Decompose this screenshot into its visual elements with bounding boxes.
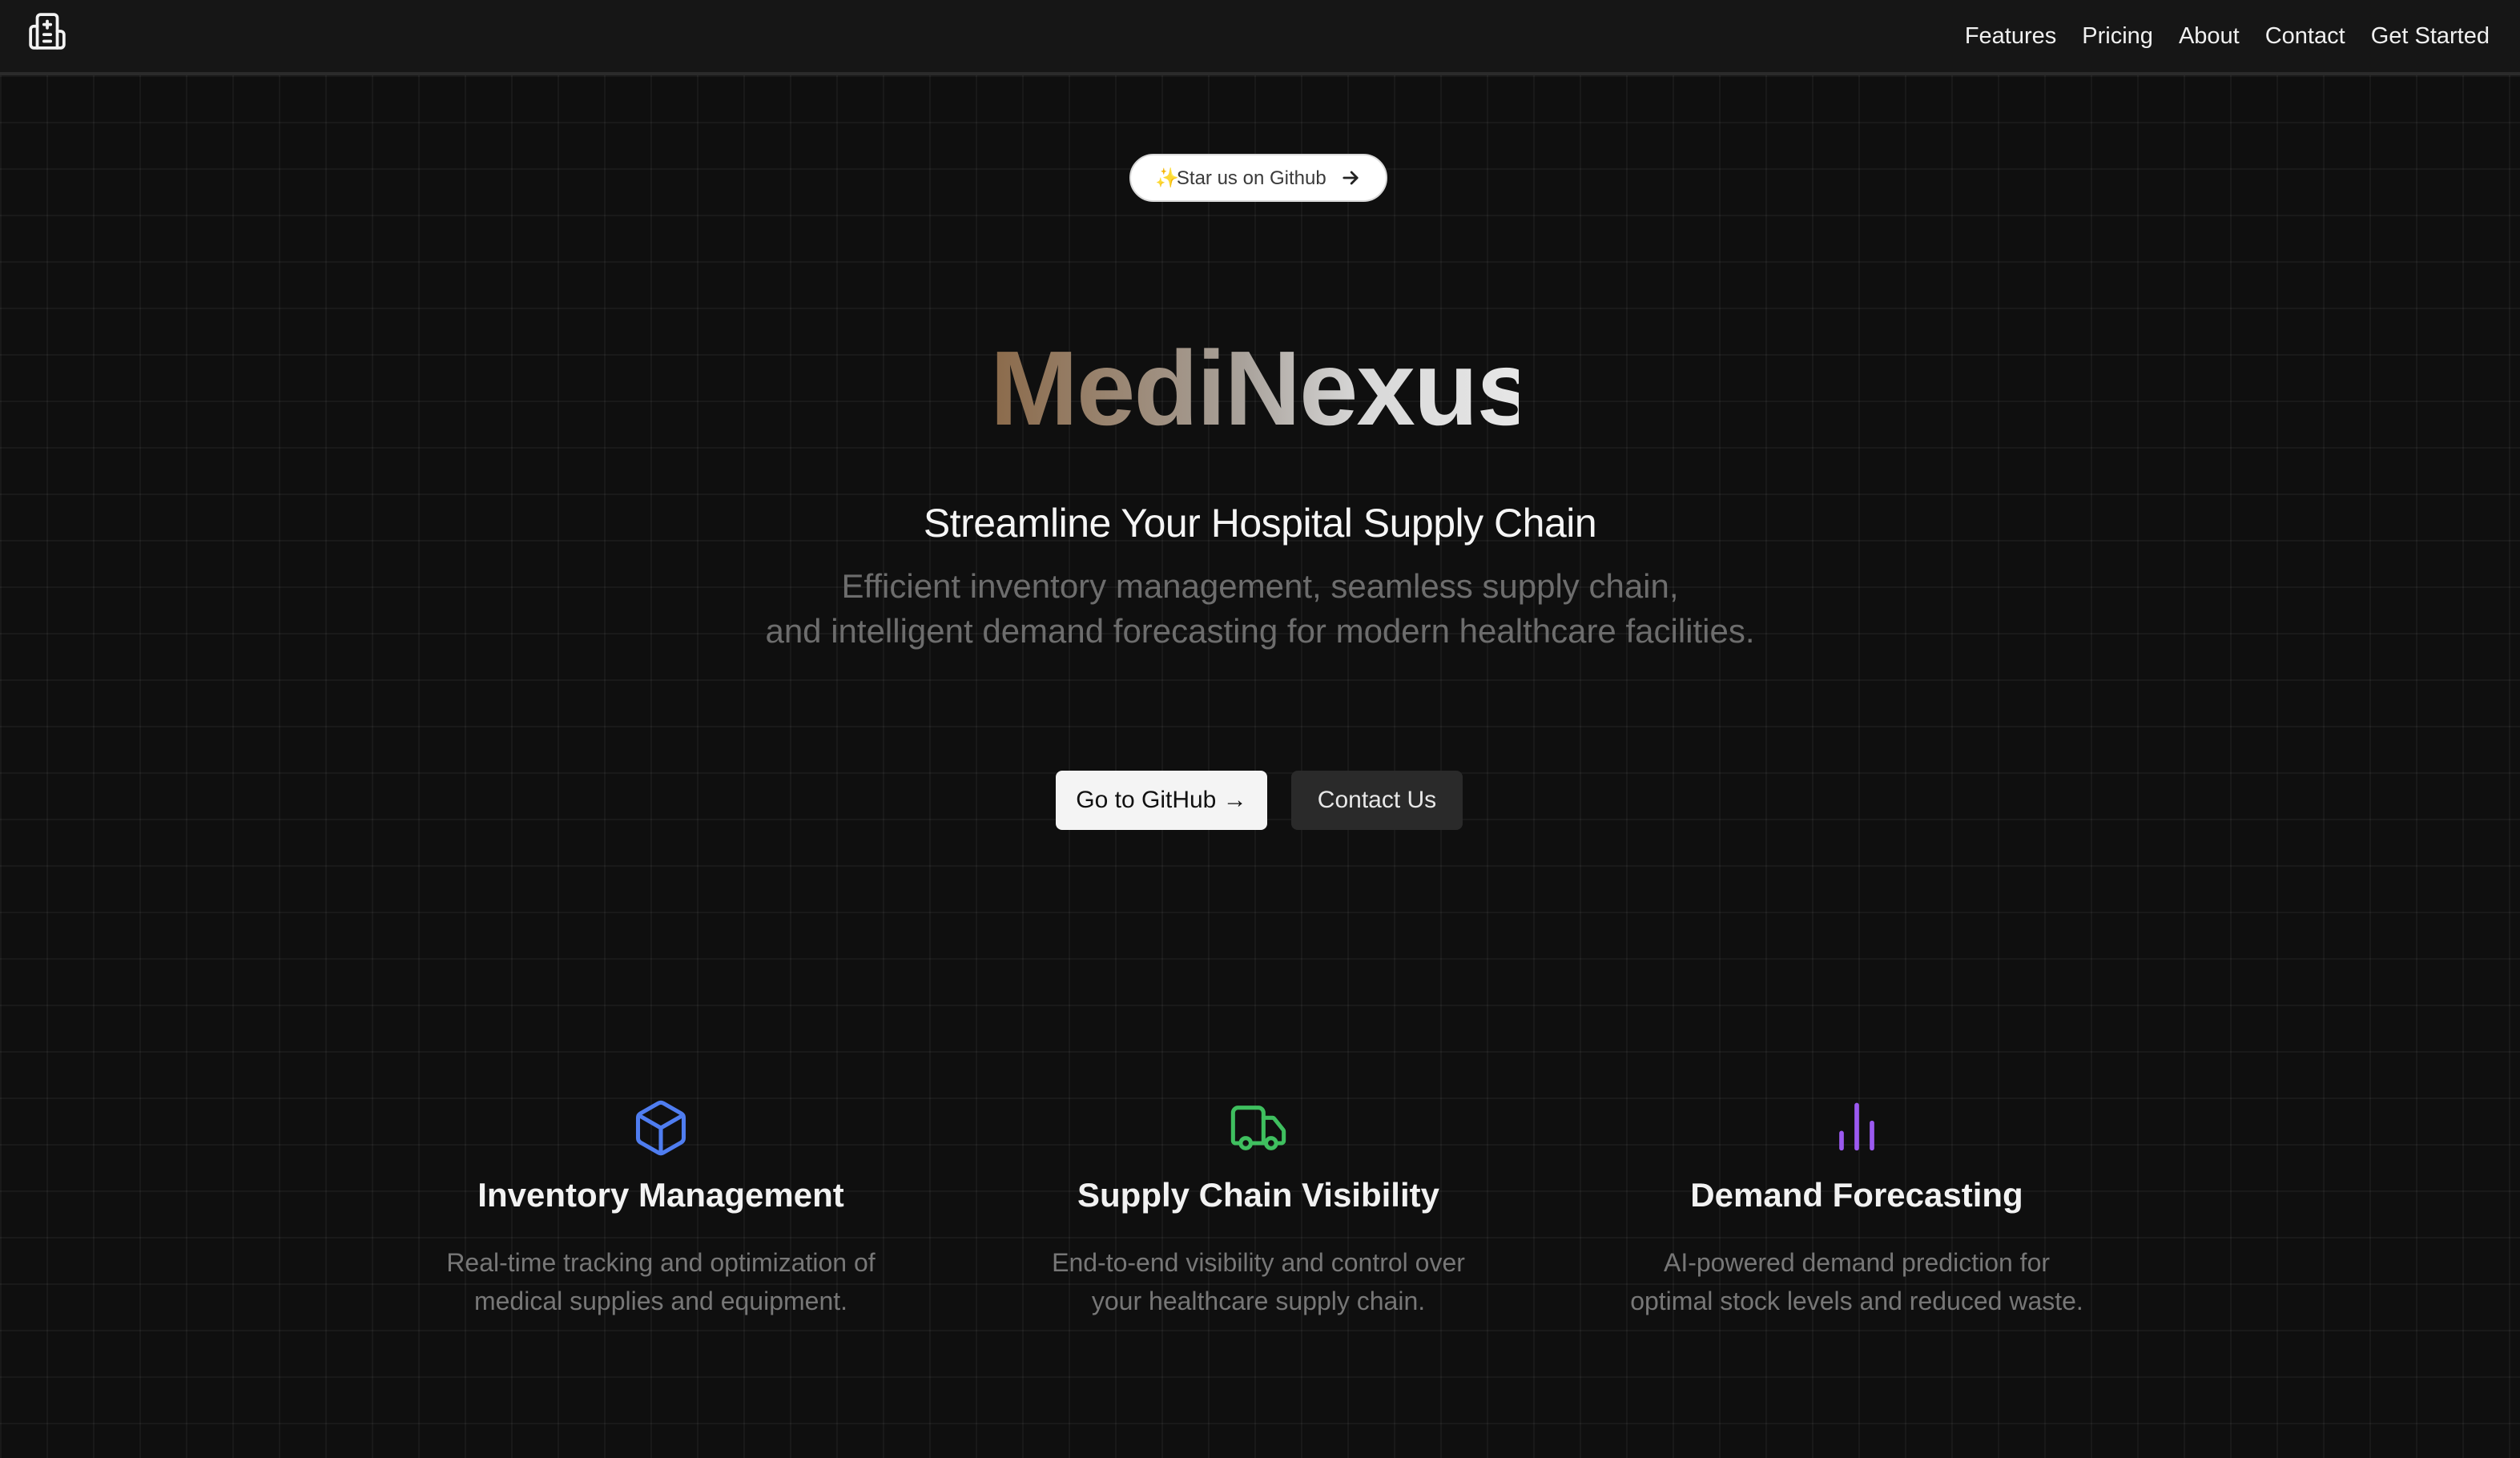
bar-chart-icon bbox=[1839, 1102, 1874, 1151]
nav-link-about[interactable]: About bbox=[2179, 23, 2240, 50]
contact-us-button[interactable]: Contact Us bbox=[1291, 771, 1463, 830]
feature-title: Demand Forecasting bbox=[1690, 1176, 2023, 1214]
nav-links: Features Pricing About Contact Get Start… bbox=[1965, 0, 2490, 72]
feature-description-line-1: End-to-end visibility and control over bbox=[1052, 1248, 1465, 1277]
feature-description: End-to-end visibility and control over y… bbox=[978, 1243, 1539, 1320]
hero-subtitle-line-2: and intelligent demand forecasting for m… bbox=[765, 612, 1755, 650]
star-pill-label: Star us on Github bbox=[1176, 167, 1326, 189]
hero-subtitle: Efficient inventory management, seamless… bbox=[0, 564, 2520, 654]
nav-link-features[interactable]: Features bbox=[1965, 23, 2056, 50]
nav-link-get-started[interactable]: Get Started bbox=[2371, 23, 2490, 50]
star-on-github-button[interactable]: ✨ Star us on Github bbox=[1129, 154, 1387, 202]
feature-description-line-2: optimal stock levels and reduced waste. bbox=[1630, 1287, 2083, 1315]
feature-supply-chain-visibility: Supply Chain Visibility End-to-end visib… bbox=[978, 1098, 1539, 1320]
nav-link-pricing[interactable]: Pricing bbox=[2082, 23, 2153, 50]
box-icon bbox=[635, 1100, 686, 1156]
hero-subtitle-line-1: Efficient inventory management, seamless… bbox=[841, 567, 1679, 605]
feature-description: Real-time tracking and optimization of m… bbox=[380, 1243, 941, 1320]
hero-tagline: Streamline Your Hospital Supply Chain bbox=[923, 501, 1597, 546]
feature-demand-forecasting: Demand Forecasting AI-powered demand pre… bbox=[1576, 1098, 2137, 1320]
feature-description-line-1: Real-time tracking and optimization of bbox=[446, 1248, 876, 1277]
navbar: Features Pricing About Contact Get Start… bbox=[0, 0, 2520, 75]
go-to-github-button[interactable]: Go to GitHub → bbox=[1056, 771, 1267, 830]
truck-icon bbox=[1230, 1106, 1286, 1150]
feature-description-line-2: medical supplies and equipment. bbox=[473, 1287, 848, 1315]
hospital-icon[interactable] bbox=[27, 11, 67, 51]
sparkle-icon: ✨ bbox=[1155, 167, 1180, 189]
brand-title: MediNexus bbox=[990, 324, 1536, 453]
feature-title: Inventory Management bbox=[477, 1176, 844, 1214]
feature-description-line-2: your healthcare supply chain. bbox=[1091, 1287, 1426, 1315]
feature-inventory-management: Inventory Management Real-time tracking … bbox=[380, 1098, 941, 1320]
feature-description-line-1: AI-powered demand prediction for bbox=[1663, 1248, 2051, 1277]
feature-description: AI-powered demand prediction for optimal… bbox=[1576, 1243, 2137, 1320]
feature-title: Supply Chain Visibility bbox=[1077, 1176, 1439, 1214]
nav-link-contact[interactable]: Contact bbox=[2265, 23, 2345, 50]
star-pill-text: ✨ Star us on Github bbox=[1155, 167, 1326, 190]
arrow-right-icon bbox=[1343, 171, 1359, 185]
